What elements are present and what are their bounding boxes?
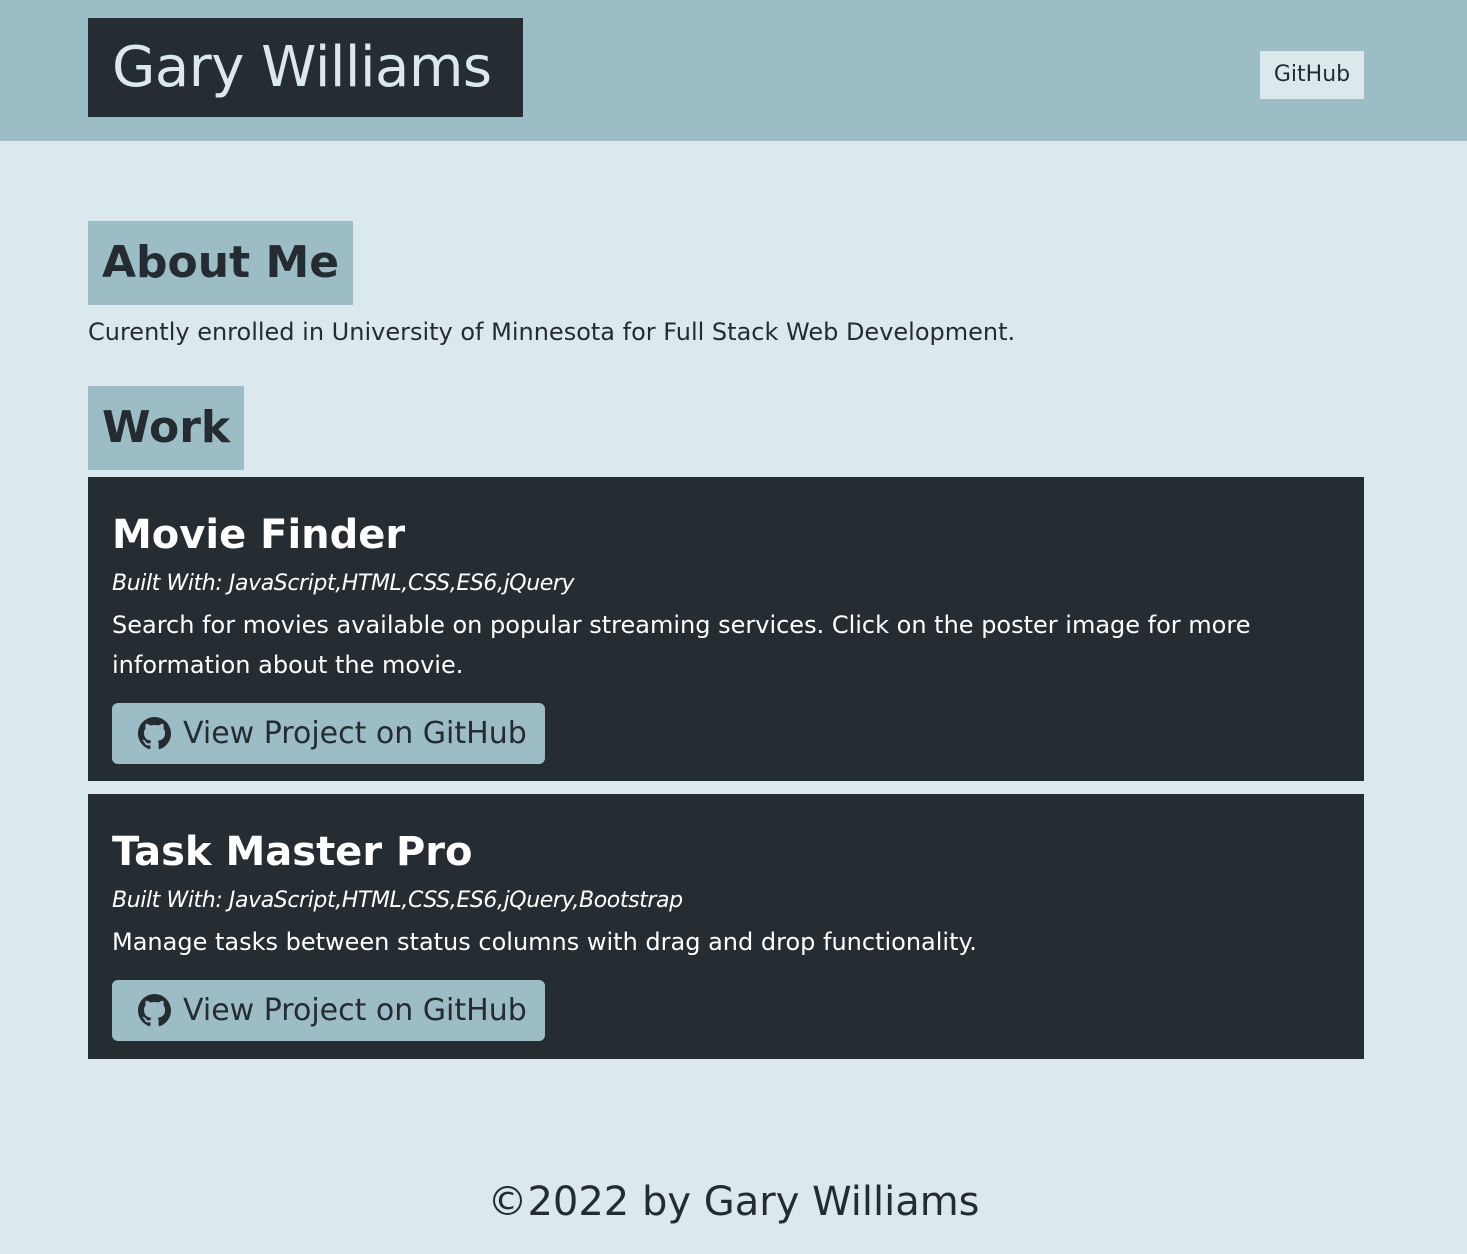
button-label: View Project on GitHub bbox=[183, 716, 527, 751]
project-title: Movie Finder bbox=[112, 512, 406, 558]
project-description: Manage tasks between status columns with… bbox=[112, 928, 977, 956]
project-description: Search for movies available on popular s… bbox=[112, 611, 1251, 679]
about-text: Curently enrolled in University of Minne… bbox=[88, 318, 1016, 346]
view-project-github-button[interactable]: View Project on GitHub bbox=[112, 980, 545, 1041]
project-title: Task Master Pro bbox=[112, 829, 473, 875]
github-icon bbox=[138, 717, 171, 750]
project-card-task-master-pro: Task Master Pro Built With: JavaScript,H… bbox=[88, 794, 1364, 1059]
github-icon bbox=[138, 994, 171, 1027]
project-tech: Built With: JavaScript,HTML,CSS,ES6,jQue… bbox=[112, 571, 575, 596]
button-label: View Project on GitHub bbox=[183, 993, 527, 1028]
project-tech: Built With: JavaScript,HTML,CSS,ES6,jQue… bbox=[112, 888, 683, 913]
view-project-github-button[interactable]: View Project on GitHub bbox=[112, 703, 545, 764]
about-heading: About Me bbox=[88, 221, 354, 305]
site-header: Gary Williams GitHub bbox=[0, 0, 1467, 141]
site-title: Gary Williams bbox=[88, 18, 523, 117]
footer-copyright: ©2022 by Gary Williams bbox=[487, 1179, 980, 1225]
project-card-movie-finder: Movie Finder Built With: JavaScript,HTML… bbox=[88, 477, 1364, 781]
work-heading: Work bbox=[88, 386, 245, 470]
github-nav-link[interactable]: GitHub bbox=[1260, 51, 1364, 99]
